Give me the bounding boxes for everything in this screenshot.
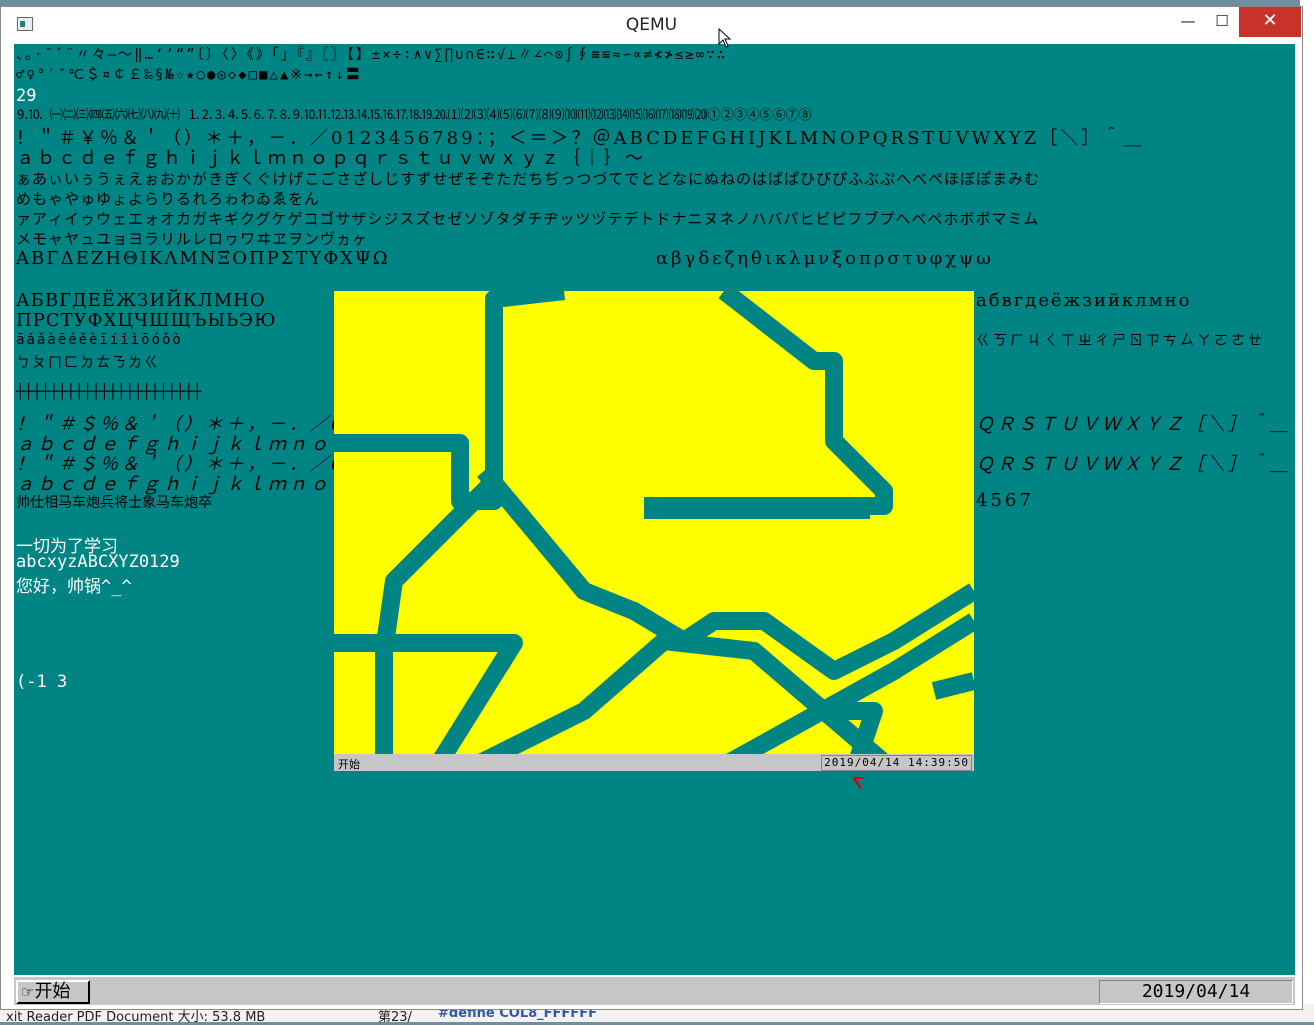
- numbering-line: ⒐⒑ ㈠㈡㈢㈣㈤㈥㈦㈧㈨㈩ ⒈⒉⒊⒋⒌⒍⒎⒏⒐⒑⒒⒓⒔⒕⒖⒗⒘⒙⒚⒛⑴⑵⑶⑷⑸⑹…: [16, 108, 812, 123]
- bopomofo-line: ㄅㄆㄇㄈㄉㄊㄋㄌㄍ: [16, 355, 160, 371]
- chess-pieces-line: 帅仕相马车炮兵将士象马车炮卒: [16, 495, 212, 511]
- mouse-coord-text: (-1 3: [16, 672, 68, 692]
- symbol-line-1: 、。·ˉˇ¨〃々—～‖…‘’“”〔〕〈〉《》「」『』〖〗【】±×÷∶∧∨∑∏∪∩…: [16, 47, 728, 63]
- lowercase-line: ａｂｃｄｅｆｇｈｉｊｋｌｍｎｏｐｑｒｓｔｕｖｗｘｙｚ｛｜｝～: [16, 148, 646, 169]
- hiragana-line-2: めもゃやゅゆょよらりるれろゎわゐゑをん: [16, 190, 321, 208]
- greek-upper-line: ΑΒΓΔΕΖΗΘΙΚΛΜΝΞΟΠΡΣΤΥΦΧΨΩ: [16, 248, 390, 269]
- symbol-line-2: ♂♀°′″℃＄¤￠￡‰§№☆★○●◎◇◆□■△▲※→←↑↓〓: [16, 67, 362, 83]
- host-pointer-icon: [718, 28, 732, 48]
- inner-clock: 2019/04/14 14:39:50: [821, 755, 972, 771]
- digits-right-line: 4567: [976, 490, 1034, 511]
- mouse-cursor-icon: [853, 777, 864, 789]
- italic-upper-right-1: ＱＲＳＴＵＶＷＸＹＺ［＼］＾＿: [976, 414, 1291, 435]
- drawing-canvas: [334, 291, 974, 771]
- inner-start-button[interactable]: 开始: [338, 756, 360, 771]
- cyrillic-upper-line-2: ПРСТУФХЦЧШЩЪЫЬЭЮ: [16, 310, 277, 331]
- sample-ascii-text: abcxyzABCXYZ0129: [16, 552, 180, 572]
- italic-upper-right-2: ＱＲＳＴＵＶＷＸＹＺ［＼］＾＿: [976, 454, 1291, 475]
- start-button[interactable]: ☞开始: [16, 980, 90, 1004]
- cyrillic-upper-line: АБВГДЕЁЖЗИЙКЛМНО: [16, 290, 266, 311]
- katakana-line-2: メモャヤュユョヨラリルレロヮワヰヱヲンヴヵヶ: [16, 230, 369, 248]
- cyrillic-lower-line: абвгдеёжзийклмно: [976, 290, 1192, 311]
- pinyin-line: āáǎàēéěèīíǐìōóǒò: [16, 332, 183, 348]
- start-label: 开始: [34, 981, 71, 1002]
- close-button[interactable]: ✕: [1239, 7, 1301, 37]
- start-icon: ☞: [21, 983, 35, 1001]
- guest-screen[interactable]: 、。·ˉˇ¨〃々—～‖…‘’“”〔〕〈〉《》「」『』〖〗【】±×÷∶∧∨∑∏∪∩…: [14, 44, 1295, 1005]
- hiragana-line-1: ぁあぃいぅうぇえぉおかがきぎくぐけげこごさざしじすずせぜそぞただちぢっつづてでと…: [16, 170, 1041, 188]
- greek-lower-line: αβγδεζηθικλμνξοπρστυφχψω: [656, 248, 994, 269]
- qemu-window: QEMU — ☐ ✕ 、。·ˉˇ¨〃々—～‖…‘’“”〔〕〈〉《》「」『』〖〗【…: [0, 6, 1303, 1010]
- inner-window[interactable]: 开始 2019/04/14 14:39:50: [334, 291, 974, 771]
- counter-text: 29: [16, 86, 37, 106]
- bopomofo-line-right: ㄍㄎㄏㄐㄑㄒㄓㄔㄕㄖㄗㄘㄙㄚㄛㄜㄝ: [976, 333, 1265, 349]
- box-drawing-line: ┼┼┼┼┼┼┼┼┼┼┼┼┼┼┼┼┼┼┼┼┼┼: [16, 384, 202, 400]
- window-title: QEMU: [625, 15, 678, 35]
- katakana-line-1: ァアィイゥウェエォオカガキギクグケゲコゴサザシジスズセゼソゾタダチヂッツヅテデト…: [16, 210, 1040, 228]
- guest-taskbar: ☞开始 2019/04/14 14:39:50: [14, 975, 1295, 1005]
- title-bar[interactable]: QEMU — ☐ ✕: [1, 7, 1302, 43]
- greeting-text: 您好，帅锅^_^: [16, 577, 132, 597]
- taskbar-clock: 2019/04/14 14:39:50: [1099, 980, 1293, 1005]
